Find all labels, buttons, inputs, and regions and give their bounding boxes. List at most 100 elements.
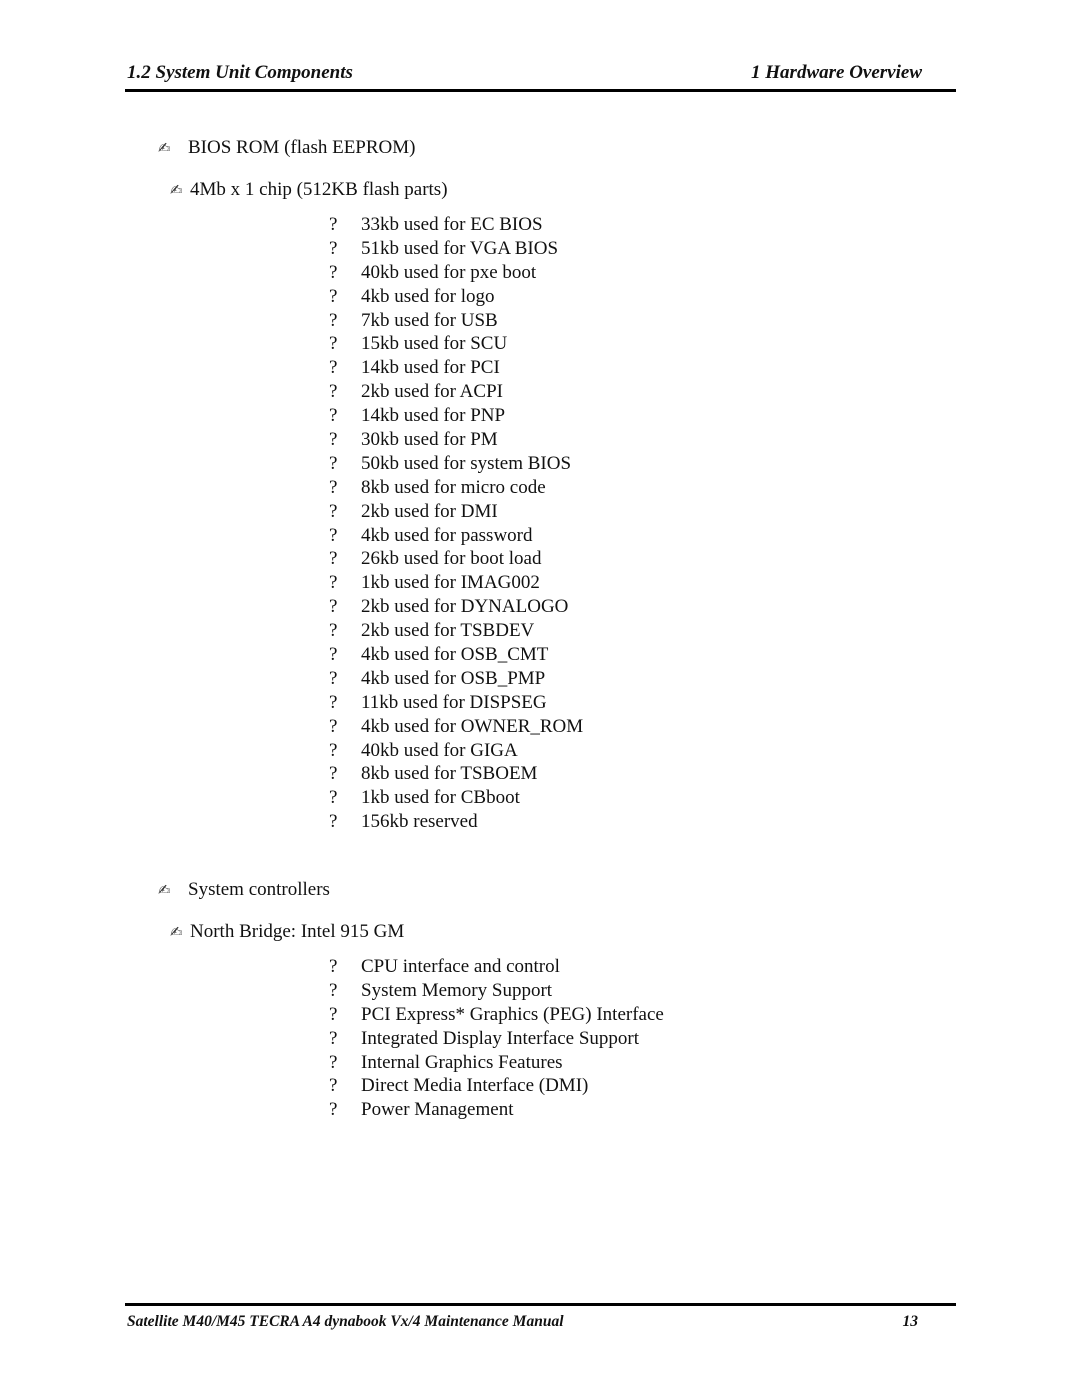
bios-allocation-item: ? 40kb used for GIGA xyxy=(329,739,583,763)
system-controllers-heading: ✍ System controllers xyxy=(158,879,330,901)
bios-chip-heading: ✍ 4Mb x 1 chip (512KB flash parts) xyxy=(170,179,448,201)
list-marker: ? xyxy=(329,667,338,689)
bios-allocation-item: ? 14kb used for PCI xyxy=(329,356,583,380)
north-bridge-feature-item: ? Power Management xyxy=(329,1098,664,1122)
bios-allocation-item-text: 2kb used for TSBDEV xyxy=(361,620,535,642)
list-marker: ? xyxy=(329,452,338,474)
bios-allocation-item-text: 11kb used for DISPSEG xyxy=(361,691,547,713)
bios-allocation-item-text: 156kb reserved xyxy=(361,811,478,833)
system-controllers-title: System controllers xyxy=(188,879,330,900)
bios-allocation-list: ? 33kb used for EC BIOS? 51kb used for VGA… xyxy=(329,213,583,834)
list-marker: ? xyxy=(329,572,338,594)
page-header: 1.2 System Unit Components 1 Hardware Ov… xyxy=(126,62,956,86)
list-marker: ? xyxy=(329,1099,338,1121)
bios-allocation-item: ? 40kb used for pxe boot xyxy=(329,261,583,285)
north-bridge-feature-item: ? Internal Graphics Features xyxy=(329,1051,664,1075)
list-marker: ? xyxy=(329,596,338,618)
bios-allocation-item: ? 14kb used for PNP xyxy=(329,404,583,428)
bios-allocation-item-text: 1kb used for CBboot xyxy=(361,787,520,809)
north-bridge-heading: ✍ North Bridge: Intel 915 GM xyxy=(170,921,404,943)
list-marker: ? xyxy=(329,691,338,713)
north-bridge-feature-item: ? Integrated Display Interface Support xyxy=(329,1027,664,1051)
bios-allocation-item: ? 8kb used for TSBOEM xyxy=(329,762,583,786)
north-bridge-feature-item-text: Direct Media Interface (DMI) xyxy=(361,1075,589,1097)
bios-allocation-item-text: 2kb used for DMI xyxy=(361,500,498,522)
north-bridge-feature-item-text: Integrated Display Interface Support xyxy=(361,1027,640,1049)
list-marker: ? xyxy=(329,1027,338,1049)
list-marker: ? xyxy=(329,644,338,666)
north-bridge-feature-item-text: CPU interface and control xyxy=(361,956,560,977)
bios-allocation-item: ? 1kb used for CBboot xyxy=(329,786,583,810)
bios-allocation-item-text: 2kb used for DYNALOGO xyxy=(361,596,569,618)
bios-allocation-item: ? 4kb used for password xyxy=(329,524,583,548)
list-marker: ? xyxy=(329,214,338,235)
list-marker: ? xyxy=(329,357,338,379)
north-bridge-feature-list: ? CPU interface and control? System Memory… xyxy=(329,955,664,1122)
writing-hand-icon: ✍ xyxy=(170,923,183,941)
bios-allocation-item-text: 4kb used for OSB_PMP xyxy=(361,667,546,689)
north-bridge-feature-item: ? System Memory Support xyxy=(329,979,664,1003)
bios-allocation-item-text: 7kb used for USB xyxy=(361,309,498,331)
list-marker: ? xyxy=(329,763,338,785)
list-marker: ? xyxy=(329,979,338,1001)
list-marker: ? xyxy=(329,381,338,403)
bios-allocation-item: ? 4kb used for logo xyxy=(329,285,583,309)
list-marker: ? xyxy=(329,429,338,451)
bios-rom-heading: ✍ BIOS ROM (flash EEPROM) xyxy=(158,137,415,159)
bios-allocation-item-text: 8kb used for micro code xyxy=(361,476,546,498)
north-bridge-text: North Bridge: Intel 915 GM xyxy=(190,921,405,942)
north-bridge-feature-item: ? PCI Express* Graphics (PEG) Interface xyxy=(329,1003,664,1027)
footer-rule xyxy=(125,1303,956,1306)
bios-allocation-item-text: 4kb used for logo xyxy=(361,285,495,307)
bios-allocation-item: ? 11kb used for DISPSEG xyxy=(329,691,583,715)
bios-allocation-item-text: 1kb used for IMAG002 xyxy=(361,572,540,594)
bios-allocation-item-text: 14kb used for PNP xyxy=(361,405,506,427)
bios-allocation-item: ? 51kb used for VGA BIOS xyxy=(329,237,583,261)
header-rule xyxy=(125,89,956,92)
bios-rom-title: BIOS ROM (flash EEPROM) xyxy=(188,137,416,158)
bios-allocation-item: ? 156kb reserved xyxy=(329,810,583,834)
chapter-title: 1 Hardware Overview xyxy=(751,62,922,83)
bios-allocation-item: ? 2kb used for DYNALOGO xyxy=(329,595,583,619)
list-marker: ? xyxy=(329,309,338,331)
writing-hand-icon: ✍ xyxy=(170,181,183,199)
writing-hand-icon: ✍ xyxy=(158,881,171,899)
bios-allocation-item: ? 33kb used for EC BIOS xyxy=(329,213,583,237)
bios-allocation-item: ? 4kb used for OSB_PMP xyxy=(329,667,583,691)
bios-allocation-item-text: 14kb used for PCI xyxy=(361,357,500,379)
list-marker: ? xyxy=(329,1051,338,1073)
bios-allocation-item-text: 2kb used for ACPI xyxy=(361,381,503,403)
list-marker: ? xyxy=(329,787,338,809)
list-marker: ? xyxy=(329,956,338,977)
north-bridge-feature-item-text: System Memory Support xyxy=(361,979,553,1001)
bios-allocation-item-text: 40kb used for pxe boot xyxy=(361,261,537,283)
list-marker: ? xyxy=(329,811,338,833)
north-bridge-feature-item: ? Direct Media Interface (DMI) xyxy=(329,1074,664,1098)
list-marker: ? xyxy=(329,500,338,522)
bios-allocation-item-text: 51kb used for VGA BIOS xyxy=(361,237,559,259)
list-marker: ? xyxy=(329,548,338,570)
bios-allocation-item: ? 30kb used for PM xyxy=(329,428,583,452)
north-bridge-feature-item-text: Power Management xyxy=(361,1099,514,1121)
bios-allocation-item-text: 15kb used for SCU xyxy=(361,333,508,355)
bios-allocation-item: ? 26kb used for boot load xyxy=(329,547,583,571)
list-marker: ? xyxy=(329,237,338,259)
list-marker: ? xyxy=(329,285,338,307)
north-bridge-feature-item: ? CPU interface and control xyxy=(329,955,664,979)
bios-chip-text: 4Mb x 1 chip (512KB flash parts) xyxy=(190,179,448,200)
bios-allocation-item-text: 33kb used for EC BIOS xyxy=(361,214,543,235)
bios-allocation-item-text: 26kb used for boot load xyxy=(361,548,542,570)
page-number: 13 xyxy=(902,1313,919,1330)
bios-allocation-item-text: 4kb used for OSB_CMT xyxy=(361,644,549,666)
bios-allocation-item: ? 50kb used for system BIOS xyxy=(329,452,583,476)
list-marker: ? xyxy=(329,524,338,546)
manual-title: Satellite M40/M45 TECRA A4 dynabook Vx/4… xyxy=(127,1313,564,1330)
list-marker: ? xyxy=(329,739,338,761)
bios-allocation-item: ? 4kb used for OSB_CMT xyxy=(329,643,583,667)
bios-allocation-item-text: 40kb used for GIGA xyxy=(361,739,518,761)
bios-allocation-item-text: 4kb used for OWNER_ROM xyxy=(361,715,584,737)
list-marker: ? xyxy=(329,1003,338,1025)
north-bridge-feature-item-text: Internal Graphics Features xyxy=(361,1051,563,1073)
writing-hand-icon: ✍ xyxy=(158,139,171,157)
list-marker: ? xyxy=(329,1075,338,1097)
